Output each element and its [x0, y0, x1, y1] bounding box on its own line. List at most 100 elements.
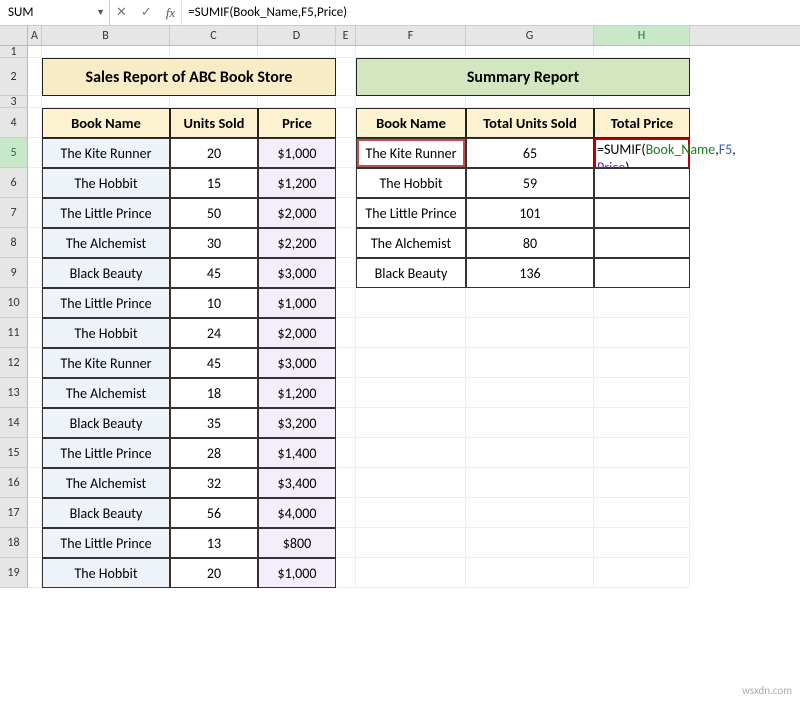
- select-all-corner[interactable]: [0, 26, 28, 45]
- table-row[interactable]: Black Beauty: [42, 498, 170, 528]
- summary-row[interactable]: [356, 528, 466, 558]
- cell[interactable]: [170, 46, 258, 58]
- cell[interactable]: [336, 46, 356, 58]
- table-row[interactable]: $1,000: [258, 558, 336, 588]
- formula-input[interactable]: =SUMIF(Book_Name,F5,Price): [181, 0, 800, 25]
- table-row[interactable]: $2,000: [258, 198, 336, 228]
- table-row[interactable]: The Hobbit: [42, 168, 170, 198]
- fx-icon[interactable]: fx: [166, 5, 175, 21]
- cell[interactable]: [336, 498, 356, 528]
- table-row[interactable]: The Kite Runner: [42, 138, 170, 168]
- right-title[interactable]: Summary Report: [356, 58, 690, 96]
- cell[interactable]: [28, 498, 42, 528]
- table-row[interactable]: 45: [170, 348, 258, 378]
- summary-row[interactable]: [466, 528, 594, 558]
- summary-row[interactable]: The Little Prince: [356, 198, 466, 228]
- table-row[interactable]: 35: [170, 408, 258, 438]
- cell[interactable]: [28, 58, 42, 96]
- summary-row[interactable]: [356, 558, 466, 588]
- summary-row[interactable]: The Kite Runner: [356, 138, 466, 168]
- table-row[interactable]: $1,400: [258, 438, 336, 468]
- summary-row[interactable]: [594, 258, 690, 288]
- row-header-2[interactable]: 2: [0, 58, 28, 96]
- cell[interactable]: [28, 288, 42, 318]
- cell[interactable]: [258, 96, 336, 108]
- row-header-10[interactable]: 10: [0, 288, 28, 318]
- cell[interactable]: [42, 46, 170, 58]
- table-row[interactable]: 56: [170, 498, 258, 528]
- table-row[interactable]: 10: [170, 288, 258, 318]
- cancel-icon[interactable]: ✕: [116, 5, 127, 20]
- row-header-6[interactable]: 6: [0, 168, 28, 198]
- table-row[interactable]: $800: [258, 528, 336, 558]
- summary-row[interactable]: [466, 348, 594, 378]
- name-box[interactable]: SUM ▼: [0, 0, 110, 25]
- summary-row[interactable]: [594, 168, 690, 198]
- left-header-book[interactable]: Book Name: [42, 108, 170, 138]
- summary-row[interactable]: 80: [466, 228, 594, 258]
- cell[interactable]: [336, 258, 356, 288]
- table-row[interactable]: 20: [170, 558, 258, 588]
- table-row[interactable]: $1,200: [258, 378, 336, 408]
- cell[interactable]: [258, 46, 336, 58]
- left-header-price[interactable]: Price: [258, 108, 336, 138]
- summary-row[interactable]: [466, 558, 594, 588]
- confirm-icon[interactable]: ✓: [141, 5, 152, 20]
- summary-row[interactable]: [594, 498, 690, 528]
- summary-row[interactable]: [466, 408, 594, 438]
- summary-row[interactable]: [594, 438, 690, 468]
- cell[interactable]: [28, 558, 42, 588]
- cell[interactable]: [28, 468, 42, 498]
- summary-row[interactable]: [356, 408, 466, 438]
- summary-row[interactable]: [356, 288, 466, 318]
- summary-row[interactable]: [356, 438, 466, 468]
- cell[interactable]: [466, 46, 594, 58]
- cell[interactable]: [466, 96, 594, 108]
- summary-row[interactable]: [466, 318, 594, 348]
- cell[interactable]: [28, 348, 42, 378]
- summary-row[interactable]: [356, 318, 466, 348]
- summary-row[interactable]: [594, 528, 690, 558]
- table-row[interactable]: $3,000: [258, 258, 336, 288]
- table-row[interactable]: $1,000: [258, 288, 336, 318]
- table-row[interactable]: $3,400: [258, 468, 336, 498]
- table-row[interactable]: The Hobbit: [42, 318, 170, 348]
- cell[interactable]: [28, 318, 42, 348]
- col-header-A[interactable]: A: [28, 26, 42, 45]
- summary-row[interactable]: [356, 378, 466, 408]
- col-header-F[interactable]: F: [356, 26, 466, 45]
- summary-row[interactable]: 101: [466, 198, 594, 228]
- table-row[interactable]: 24: [170, 318, 258, 348]
- table-row[interactable]: 18: [170, 378, 258, 408]
- cell[interactable]: [28, 228, 42, 258]
- cell[interactable]: [594, 96, 690, 108]
- row-header-4[interactable]: 4: [0, 108, 28, 138]
- cell[interactable]: [28, 138, 42, 168]
- row-header-15[interactable]: 15: [0, 438, 28, 468]
- cell[interactable]: [336, 468, 356, 498]
- row-header-5[interactable]: 5: [0, 138, 28, 168]
- summary-row[interactable]: Black Beauty: [356, 258, 466, 288]
- table-row[interactable]: Black Beauty: [42, 408, 170, 438]
- cell[interactable]: [336, 96, 356, 108]
- summary-row[interactable]: [594, 198, 690, 228]
- table-row[interactable]: $3,000: [258, 348, 336, 378]
- summary-row[interactable]: 65: [466, 138, 594, 168]
- row-header-17[interactable]: 17: [0, 498, 28, 528]
- table-row[interactable]: $2,200: [258, 228, 336, 258]
- cell[interactable]: [336, 558, 356, 588]
- cell[interactable]: [336, 528, 356, 558]
- summary-row[interactable]: [466, 438, 594, 468]
- col-header-B[interactable]: B: [42, 26, 170, 45]
- row-header-16[interactable]: 16: [0, 468, 28, 498]
- cell[interactable]: [336, 228, 356, 258]
- cell[interactable]: [170, 96, 258, 108]
- summary-row[interactable]: [594, 558, 690, 588]
- summary-row[interactable]: [594, 468, 690, 498]
- right-header-price[interactable]: Total Price: [594, 108, 690, 138]
- spreadsheet-grid[interactable]: A B C D E F G H 1 2 Sales Report of ABC …: [0, 26, 800, 588]
- summary-row[interactable]: [594, 348, 690, 378]
- cell[interactable]: [28, 378, 42, 408]
- table-row[interactable]: The Little Prince: [42, 198, 170, 228]
- table-row[interactable]: The Little Prince: [42, 528, 170, 558]
